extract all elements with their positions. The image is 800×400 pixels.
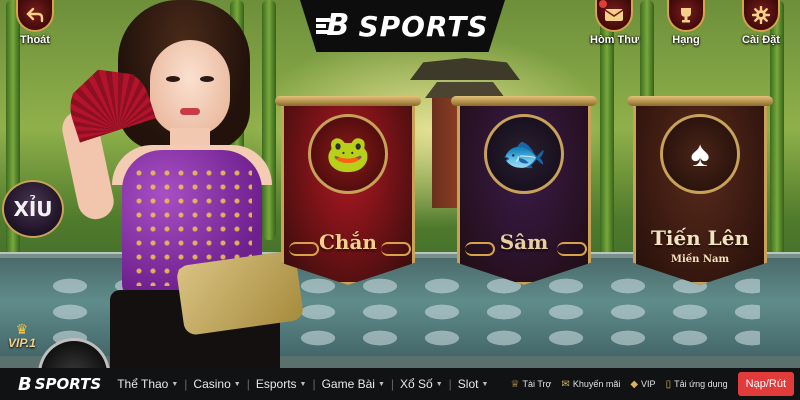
scroll-ornament [465, 242, 495, 256]
nav-item-game-bai[interactable]: Game Bài ▼ [316, 377, 391, 391]
logo-text: SPORTS [358, 9, 489, 43]
character-eye [166, 76, 180, 82]
game-title-tien-len: Tiến Lên [650, 226, 750, 250]
banner-rod [451, 96, 597, 106]
tai-xiu-button[interactable]: XỈU [2, 180, 64, 238]
link-label: Tài Trợ [522, 379, 552, 389]
footer-logo-text: SPORTS [34, 375, 102, 393]
logo-speed-line [316, 24, 327, 28]
mail-label: Hòm Thư [590, 34, 639, 46]
chevron-down-icon: ▼ [299, 380, 307, 388]
scroll-ornament [557, 242, 587, 256]
nav-item-slot[interactable]: Slot ▼ [452, 377, 495, 391]
link-vip[interactable]: ◆ VIP [630, 379, 655, 390]
banner-rod [275, 96, 421, 106]
diamond-icon: ◆ [630, 378, 639, 390]
nav-item-the-thao[interactable]: Thể Thao ▼ [111, 377, 184, 391]
scroll-ornament [289, 242, 319, 256]
nav-label: Casino [193, 377, 231, 391]
back-label: Thoát [20, 34, 50, 46]
sponsor-icon: ♕ [510, 378, 520, 390]
character-lips [180, 108, 200, 115]
back-arrow-icon [16, 0, 54, 32]
character-eye [200, 76, 214, 82]
nav-label: Esports [255, 377, 297, 391]
golden-toad-cards-icon: 🐸 [308, 114, 388, 194]
nav-label: Game Bài [321, 377, 375, 391]
nav-label: Slot [457, 377, 479, 391]
bottom-navigation: B SPORTS Thể Thao ▼ | Casino ▼ | Esports ▼ … [0, 368, 800, 400]
scroll-ornament [381, 242, 411, 256]
nav-label: Xổ Số [400, 377, 433, 391]
rank-label: Hạng [672, 34, 700, 46]
back-button[interactable]: Thoát [16, 0, 54, 46]
brand-logo: B SPORTS [300, 0, 505, 52]
nav-right-links: ♕ Tài Trợ ✉ Khuyến mãi ◆ VIP ▯ Tải ứng dụng … [511, 372, 794, 396]
chevron-down-icon: ▼ [377, 380, 385, 388]
mail-icon [595, 0, 634, 32]
link-label: Khuyến mãi [572, 379, 621, 389]
link-tai-ung-dung[interactable]: ▯ Tải ứng dụng [666, 379, 728, 390]
phone-icon: ▯ [665, 378, 672, 390]
playing-cards-coins-icon: ♠ [660, 114, 740, 194]
game-subtitle-mien-nam: Miền Nam [670, 254, 730, 265]
rank-button[interactable]: Hạng [667, 0, 705, 46]
chevron-down-icon: ▼ [171, 380, 179, 388]
chevron-down-icon: ▼ [233, 380, 241, 388]
brand-logo-mark: B [316, 8, 352, 43]
gear-icon [742, 0, 780, 32]
mail-button[interactable]: Hòm Thư [590, 0, 639, 46]
footer-logo-letter: B [18, 373, 32, 395]
settings-label: Cài Đặt [742, 34, 780, 46]
fish-playing-card-icon: 🐟 [484, 114, 564, 194]
xiu-label: XỈU [13, 197, 53, 221]
gift-icon: ✉ [561, 378, 570, 390]
nav-item-xo-so[interactable]: Xổ Số ▼ [394, 377, 449, 391]
game-card-chan[interactable]: 🐸 Chắn [275, 96, 421, 285]
dealer-character [40, 0, 305, 368]
link-khuyen-mai[interactable]: ✉ Khuyến mãi [561, 379, 620, 390]
nav-menu: Thể Thao ▼ | Casino ▼ | Esports ▼ | Game Bà… [111, 377, 494, 391]
character-face [150, 40, 230, 136]
banner-rod [627, 96, 773, 106]
game-card-tien-len[interactable]: ♠ Tiến Lên Miền Nam [627, 96, 773, 285]
nav-item-casino[interactable]: Casino ▼ [187, 377, 246, 391]
trophy-icon [667, 0, 705, 32]
crown-icon: ♛ [15, 321, 29, 337]
nav-label: Thể Thao [117, 377, 169, 391]
settings-button[interactable]: Cài Đặt [742, 0, 780, 46]
notification-dot [599, 0, 608, 8]
link-label: Tải ứng dụng [674, 379, 728, 389]
link-tai-tro[interactable]: ♕ Tài Trợ [511, 379, 552, 390]
chevron-down-icon: ▼ [481, 380, 489, 388]
nav-item-esports[interactable]: Esports ▼ [250, 377, 313, 391]
chevron-down-icon: ▼ [435, 380, 443, 388]
logo-letter: B [326, 8, 350, 43]
vip-badge[interactable]: ♛ VIP.1 [8, 322, 36, 350]
deposit-withdraw-button[interactable]: Nạp/Rút [737, 372, 794, 396]
vip-level: VIP.1 [8, 336, 36, 350]
footer-logo[interactable]: B SPORTS [18, 374, 101, 395]
game-card-sam[interactable]: 🐟 Sâm [451, 96, 597, 285]
link-label: VIP [641, 379, 656, 389]
